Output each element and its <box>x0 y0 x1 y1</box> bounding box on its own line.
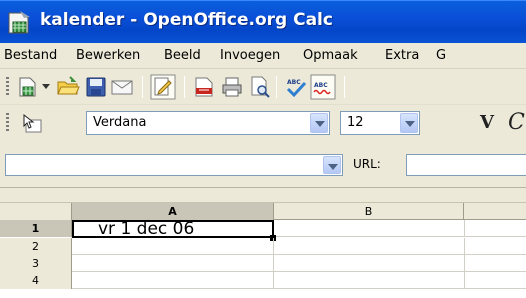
menu-bewerken[interactable]: Bewerken <box>76 48 140 63</box>
window-title: kalender - OpenOffice.org Calc <box>40 10 333 30</box>
spellcheck-icon[interactable]: ABC <box>284 75 308 99</box>
menu-opmaak[interactable]: Opmaak <box>303 48 358 63</box>
style-v-button[interactable]: V <box>480 112 494 133</box>
row-header-3[interactable]: 3 <box>0 255 72 272</box>
grid-top-strip <box>0 188 526 203</box>
font-size-value: 12 <box>347 115 364 130</box>
export-pdf-icon[interactable] <box>192 75 216 99</box>
toolbar-separator <box>344 76 345 98</box>
column-header-c[interactable] <box>464 203 526 220</box>
cell-a1-value: vr 1 dec 06 <box>98 219 195 239</box>
menu-beeld[interactable]: Beeld <box>164 48 201 63</box>
grid-line <box>273 255 274 272</box>
formula-bar: URL: <box>0 144 526 188</box>
grid-line <box>273 238 274 255</box>
row-header-1[interactable]: 1 <box>0 220 72 237</box>
font-size-combo[interactable]: 12 <box>340 111 420 135</box>
print-icon[interactable] <box>220 75 244 99</box>
title-bar[interactable]: kalender - OpenOffice.org Calc <box>0 0 526 43</box>
toolbar-separator <box>184 76 185 98</box>
svg-text:ABC: ABC <box>314 82 328 89</box>
styles-formatting-icon[interactable] <box>20 112 44 136</box>
chevron-down-icon[interactable] <box>323 156 341 174</box>
menu-invoegen[interactable]: Invoegen <box>220 48 280 63</box>
grid-line <box>464 220 465 237</box>
menu-extra[interactable]: Extra <box>385 48 419 63</box>
style-c-button[interactable]: C <box>508 110 525 135</box>
autospellcheck-icon[interactable]: ABC <box>310 74 336 100</box>
column-header-b[interactable]: B <box>274 203 464 220</box>
calc-app-icon <box>8 11 30 34</box>
formatting-toolbar: Verdana 12 V C <box>0 105 526 144</box>
chevron-down-icon[interactable] <box>310 113 328 133</box>
menu-bar: Bestand Bewerken Beeld Invoegen Opmaak E… <box>0 43 526 69</box>
menu-g[interactable]: G <box>436 48 446 63</box>
grid-line <box>464 255 465 272</box>
chevron-down-icon[interactable] <box>40 79 52 93</box>
toolbar-separator <box>276 76 277 98</box>
edit-file-icon[interactable] <box>150 74 176 100</box>
svg-text:ABC: ABC <box>287 79 301 86</box>
grid-line <box>464 238 465 255</box>
page-preview-icon[interactable] <box>248 75 272 99</box>
menu-bestand[interactable]: Bestand <box>4 48 57 63</box>
name-box[interactable] <box>5 154 343 176</box>
save-icon[interactable] <box>84 75 108 99</box>
toolbar-grip[interactable] <box>6 77 9 97</box>
table-row: 4 <box>0 272 526 289</box>
toolbar-grip[interactable] <box>6 113 9 133</box>
font-name-combo[interactable]: Verdana <box>86 111 330 135</box>
font-name-value: Verdana <box>93 115 147 130</box>
row-header-4[interactable]: 4 <box>0 272 72 289</box>
table-row: 2 <box>0 238 526 255</box>
table-row: 1 vr 1 dec 06 <box>0 219 526 241</box>
grid-line <box>464 272 465 289</box>
spreadsheet-grid: A B 1 vr 1 dec 06 2 3 4 <box>0 188 526 298</box>
email-icon[interactable] <box>110 75 134 99</box>
cell-a1[interactable]: vr 1 dec 06 <box>72 219 274 239</box>
row-header-2[interactable]: 2 <box>0 238 72 255</box>
url-label: URL: <box>353 157 381 171</box>
column-header-a[interactable]: A <box>72 203 274 220</box>
column-header-row: A B <box>0 203 526 220</box>
grid-line <box>273 272 274 289</box>
chevron-down-icon[interactable] <box>400 113 418 133</box>
select-all-corner[interactable] <box>0 203 72 220</box>
open-folder-icon[interactable] <box>56 75 80 99</box>
toolbar-separator <box>142 76 143 98</box>
url-input[interactable] <box>406 154 526 176</box>
new-document-icon[interactable] <box>16 75 40 99</box>
standard-toolbar: ABC ABC <box>0 69 526 105</box>
table-row: 3 <box>0 255 526 272</box>
